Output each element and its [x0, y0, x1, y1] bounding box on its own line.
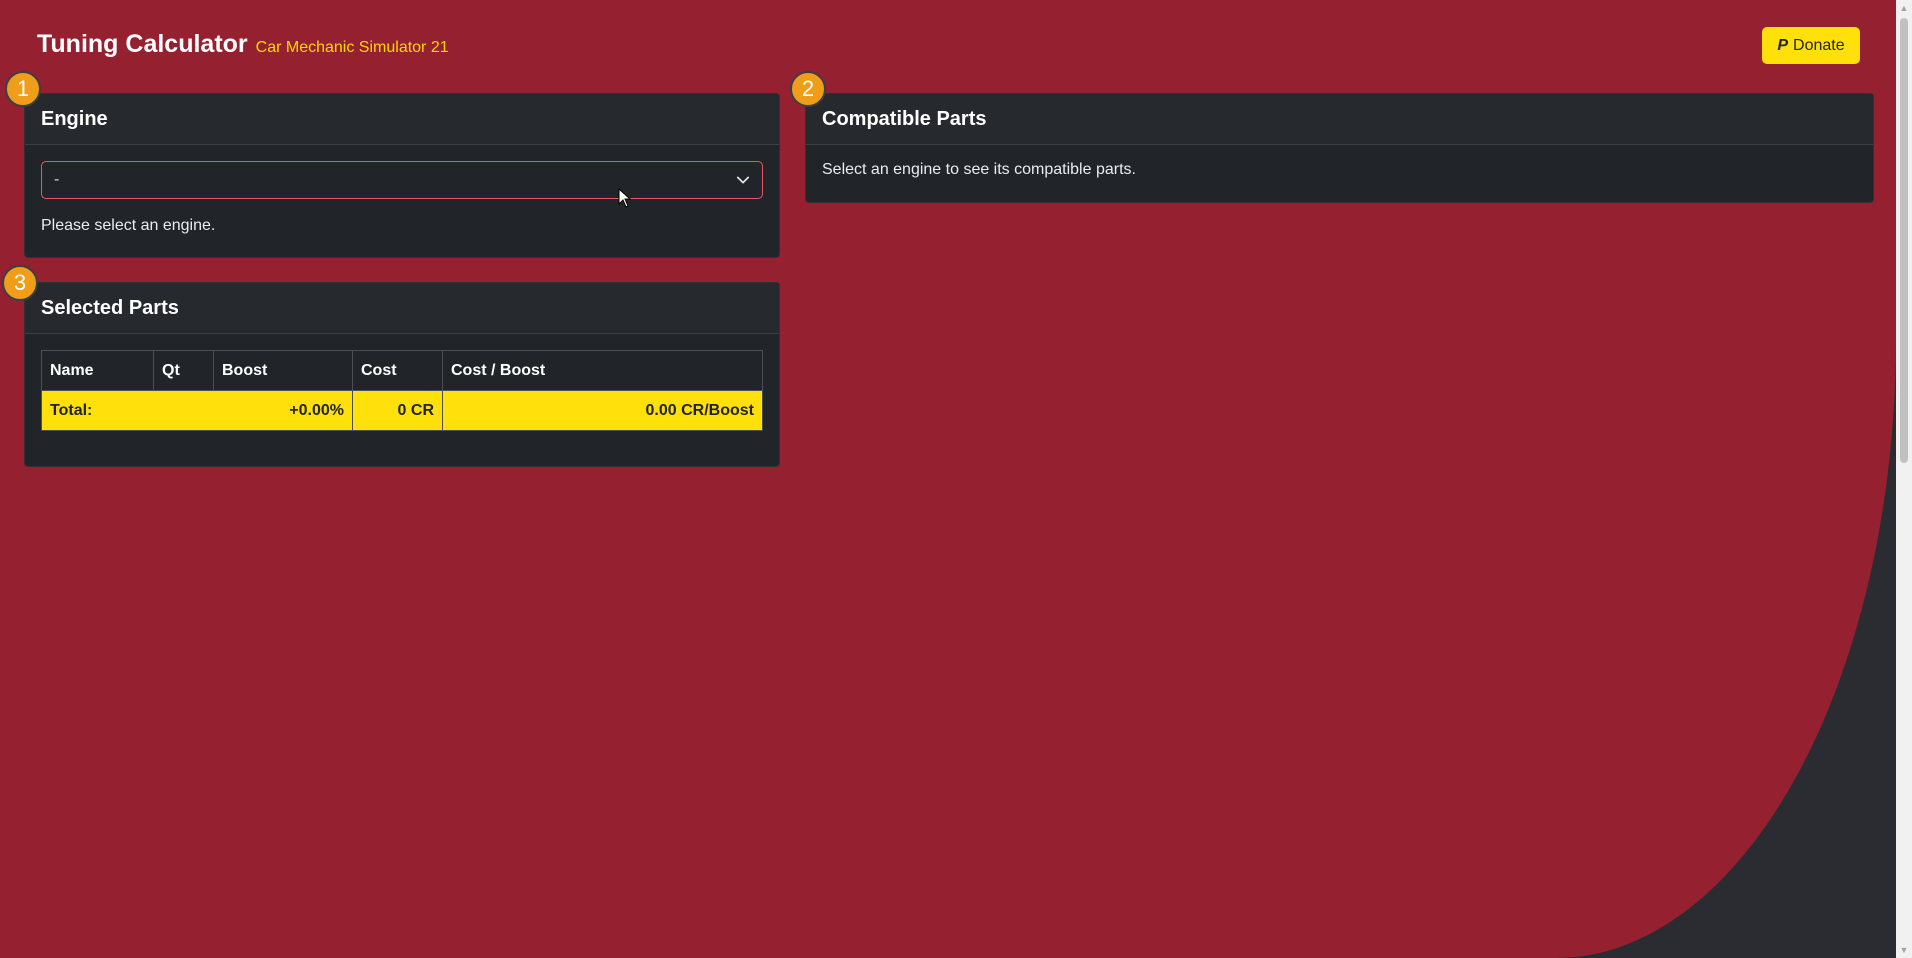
- mouse-cursor-icon: [618, 188, 632, 208]
- scroll-up-arrow-icon[interactable]: ▲: [1896, 0, 1912, 16]
- compatible-parts-message: Select an engine to see its compatible p…: [822, 161, 1136, 178]
- engine-select[interactable]: -: [41, 161, 763, 199]
- column-header-boost: Boost: [213, 350, 353, 391]
- column-header-cost: Cost: [352, 350, 443, 391]
- paypal-icon: P: [1777, 36, 1789, 54]
- compatible-parts-card: Compatible Parts Select an engine to see…: [805, 93, 1874, 203]
- donate-button[interactable]: P Donate: [1762, 27, 1860, 64]
- page-header: Tuning Calculator Car Mechanic Simulator…: [37, 30, 449, 59]
- total-cost-per-boost: 0.00 CR/Boost: [442, 390, 763, 431]
- selected-parts-card: Selected Parts Name Qt Boost Cost Cost /…: [24, 282, 780, 467]
- table-header-row: Name Qt Boost Cost Cost / Boost: [41, 350, 763, 391]
- column-header-qt: Qt: [153, 350, 214, 391]
- column-header-cost-per-boost: Cost / Boost: [442, 350, 763, 391]
- compatible-parts-title: Compatible Parts: [806, 94, 1873, 145]
- engine-card-title: Engine: [25, 94, 779, 145]
- page-subtitle: Car Mechanic Simulator 21: [255, 39, 449, 56]
- step-badge-3: 3: [2, 265, 38, 301]
- selected-parts-table: Name Qt Boost Cost Cost / Boost Total: +…: [41, 350, 763, 431]
- column-header-name: Name: [41, 350, 154, 391]
- step-badge-1: 1: [5, 71, 41, 107]
- scrollbar-thumb[interactable]: [1900, 18, 1908, 463]
- total-boost: +0.00%: [213, 390, 353, 431]
- engine-card: Engine - Please select an engine.: [24, 93, 780, 258]
- vertical-scrollbar[interactable]: ▲ ▼: [1896, 0, 1912, 958]
- chevron-down-icon: [736, 176, 750, 184]
- scroll-down-arrow-icon[interactable]: ▼: [1896, 942, 1912, 958]
- engine-select-value: -: [54, 171, 60, 188]
- donate-label: Donate: [1793, 36, 1845, 54]
- engine-hint: Please select an engine.: [41, 217, 216, 234]
- total-cost: 0 CR: [352, 390, 443, 431]
- total-row: Total: +0.00% 0 CR 0.00 CR/Boost: [41, 390, 763, 431]
- page-title: Tuning Calculator: [37, 30, 248, 58]
- selected-parts-title: Selected Parts: [25, 283, 779, 334]
- step-badge-2: 2: [790, 71, 826, 107]
- total-label: Total:: [41, 390, 214, 431]
